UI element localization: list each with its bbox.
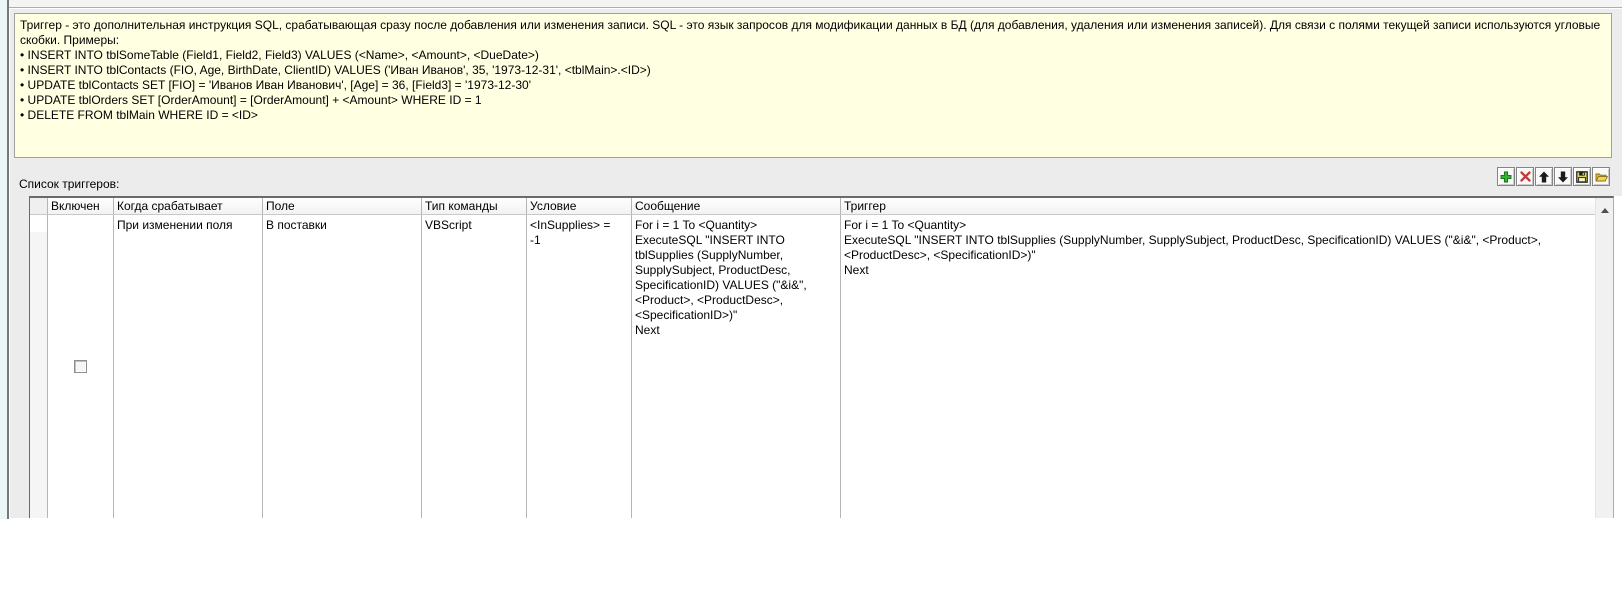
column-header-condition: Условие (527, 198, 632, 214)
trigger-list-label: Список триггеров: (19, 177, 119, 191)
open-folder-icon (1595, 171, 1608, 183)
row-selector-header (30, 198, 48, 214)
column-header-enabled: Включен (48, 198, 114, 214)
move-up-button[interactable] (1535, 167, 1553, 186)
load-triggers-button[interactable] (1592, 167, 1610, 186)
help-example-line: • DELETE FROM tblMain WHERE ID = <ID> (20, 108, 1606, 123)
condition-cell[interactable]: <InSupplies> = -1 (527, 215, 632, 518)
top-edge-strip (0, 0, 1622, 8)
field-cell[interactable]: В поставки (263, 215, 422, 518)
delete-x-icon (1520, 171, 1531, 182)
save-floppy-icon (1576, 171, 1588, 183)
message-cell[interactable]: For i = 1 To <Quantity> ExecuteSQL "INSE… (632, 215, 841, 518)
help-example-line: • UPDATE tblOrders SET [OrderAmount] = [… (20, 93, 1606, 108)
trigger-editor-panel: Триггер - это дополнительная инструкция … (9, 8, 1622, 518)
column-header-command-type: Тип команды (422, 198, 527, 214)
help-intro-text: Триггер - это дополнительная инструкция … (20, 18, 1606, 48)
current-row-marker (30, 215, 47, 232)
left-edge-strip (0, 0, 9, 519)
help-example-line: • INSERT INTO tblContacts (FIO, Age, Bir… (20, 63, 1606, 78)
trigger-list-toolbar (1497, 167, 1610, 186)
column-header-field: Поле (263, 198, 422, 214)
table-row: При изменении поля В поставки VBScript <… (30, 215, 1613, 518)
trigger-table-inner: Включен Когда срабатывает Поле Тип коман… (30, 198, 1613, 518)
help-example-line: • INSERT INTO tblSomeTable (Field1, Fiel… (20, 48, 1606, 63)
column-header-trigger: Триггер (841, 198, 1613, 214)
arrow-up-icon (1538, 171, 1550, 183)
trigger-help-box: Триггер - это дополнительная инструкция … (14, 13, 1612, 158)
add-trigger-button[interactable] (1497, 167, 1515, 186)
column-header-when-fires: Когда срабатывает (114, 198, 263, 214)
arrow-down-icon (1557, 171, 1569, 183)
command-type-cell[interactable]: VBScript (422, 215, 527, 518)
vertical-scrollbar[interactable] (1595, 198, 1613, 518)
move-down-button[interactable] (1554, 167, 1572, 186)
delete-trigger-button[interactable] (1516, 167, 1534, 186)
enabled-checkbox[interactable] (74, 360, 87, 373)
row-selector-cell[interactable] (30, 215, 48, 518)
right-margin (1614, 196, 1622, 518)
scroll-up-icon[interactable] (1601, 208, 1609, 213)
trigger-table-header: Включен Когда срабатывает Поле Тип коман… (30, 198, 1613, 215)
help-example-line: • UPDATE tblContacts SET [FIO] = 'Иванов… (20, 78, 1606, 93)
trigger-code-cell[interactable]: For i = 1 To <Quantity> ExecuteSQL "INSE… (841, 215, 1613, 518)
save-triggers-button[interactable] (1573, 167, 1591, 186)
when-fires-cell[interactable]: При изменении поля (114, 215, 263, 518)
plus-icon (1500, 171, 1512, 183)
trigger-table: Включен Когда срабатывает Поле Тип коман… (29, 196, 1614, 518)
enabled-cell[interactable] (48, 215, 114, 518)
column-header-message: Сообщение (632, 198, 841, 214)
